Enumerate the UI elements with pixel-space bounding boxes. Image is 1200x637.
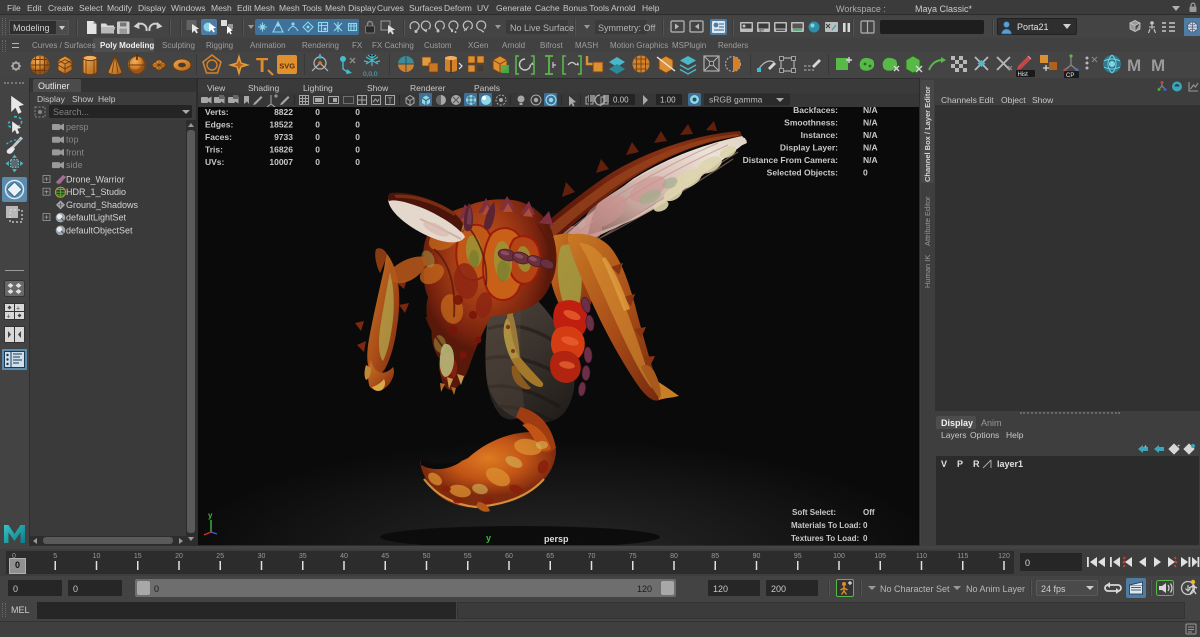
svg-text:1.00: 1.00 [660,96,676,105]
svg-text:105: 105 [874,553,886,560]
svg-text:0: 0 [315,157,320,167]
svg-text:70: 70 [588,553,596,560]
svg-text:50: 50 [423,553,431,560]
svg-text:Instance:: Instance: [801,130,838,140]
svg-text:95: 95 [794,553,802,560]
svg-text:Textures To Load:: Textures To Load: [791,534,859,543]
svg-text:side: side [66,160,83,170]
svg-text:85: 85 [711,553,719,560]
svg-text:M: M [1127,56,1141,75]
svg-text:0: 0 [315,145,320,155]
svg-text:HDR_1_Studio: HDR_1_Studio [66,187,126,197]
svg-text:45: 45 [381,553,389,560]
svg-text:16826: 16826 [269,145,293,155]
svg-text:Edges:: Edges: [205,120,234,130]
svg-text:20: 20 [175,553,183,560]
svg-text:25: 25 [216,553,224,560]
svg-text:0: 0 [863,521,868,530]
svg-text:Off: Off [863,508,875,517]
svg-text:Backfaces:: Backfaces: [793,105,838,115]
svg-text:defaultLightSet: defaultLightSet [66,213,127,223]
svg-text:Verts:: Verts: [205,107,229,117]
svg-text:N/A: N/A [863,105,878,115]
svg-text:0: 0 [863,168,868,178]
svg-text:persp: persp [66,122,89,132]
svg-text:Smoothness:: Smoothness: [784,118,838,128]
svg-text:+: + [1144,444,1147,450]
svg-text:N/A: N/A [863,143,878,153]
svg-text:8822: 8822 [274,107,293,117]
svg-text:+: + [7,314,11,321]
svg-text:+: + [16,306,20,313]
svg-text:9733: 9733 [274,132,293,142]
svg-text:Selected Objects:: Selected Objects: [767,168,839,178]
svg-text:Soft Select:: Soft Select: [792,508,836,517]
svg-text:Distance From Camera:: Distance From Camera: [743,155,839,165]
svg-text:0: 0 [355,145,360,155]
svg-text:ipr: ipr [759,28,765,33]
svg-text:30: 30 [258,553,266,560]
svg-text:115: 115 [957,553,968,560]
svg-text:10007: 10007 [269,157,293,167]
svg-text:10: 10 [93,553,101,560]
svg-text:75: 75 [629,553,637,560]
svg-text:M: M [1151,56,1165,75]
svg-text:0,0,0: 0,0,0 [363,71,378,78]
svg-text:N/A: N/A [863,155,878,165]
svg-text:0: 0 [355,132,360,142]
svg-text:SVG: SVG [279,62,295,71]
svg-text:35: 35 [299,553,307,560]
svg-text:0: 0 [863,534,868,543]
svg-text:40: 40 [340,553,348,560]
svg-text:y: y [208,512,213,520]
svg-text:Ground_Shadows: Ground_Shadows [66,200,139,210]
svg-text:18522: 18522 [269,120,293,130]
svg-text:0: 0 [355,157,360,167]
svg-text:55: 55 [464,553,472,560]
svg-text:0.00: 0.00 [613,96,629,105]
svg-text:+: + [1177,444,1181,450]
svg-text:0: 0 [355,120,360,130]
svg-text:90: 90 [753,553,761,560]
svg-text:Tris:: Tris: [205,145,223,155]
svg-text:80: 80 [670,553,678,560]
svg-text:0: 0 [355,107,360,117]
svg-text:N/A: N/A [863,130,878,140]
svg-text:5: 5 [53,553,57,560]
svg-text:T: T [256,55,268,77]
svg-text:top: top [66,135,79,145]
svg-text:0: 0 [315,120,320,130]
svg-text:front: front [66,147,85,157]
svg-text:UVs:: UVs: [205,157,225,167]
svg-text:Faces:: Faces: [205,132,232,142]
svg-text:100: 100 [833,553,845,560]
svg-text:15: 15 [134,553,142,560]
svg-text:N/A: N/A [863,118,878,128]
svg-text:0: 0 [315,132,320,142]
svg-text:120: 120 [998,553,1010,560]
svg-text:60: 60 [505,553,513,560]
svg-text:Materials To Load:: Materials To Load: [791,521,861,530]
svg-text:Display Layer:: Display Layer: [780,143,838,153]
svg-text:110: 110 [916,553,927,560]
svg-text:65: 65 [546,553,554,560]
svg-text:defaultObjectSet: defaultObjectSet [66,225,133,235]
svg-text:0: 0 [315,107,320,117]
svg-text:Drone_Warrior: Drone_Warrior [66,175,125,185]
